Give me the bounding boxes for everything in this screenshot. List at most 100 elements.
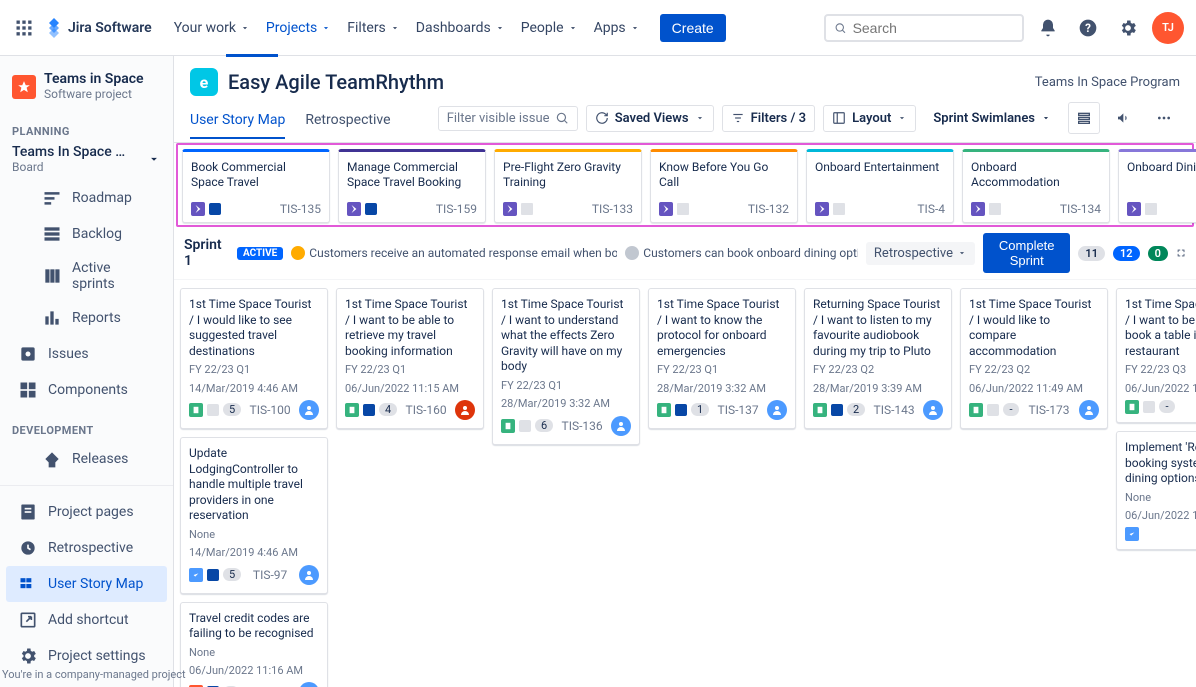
story-card[interactable]: 1st Time Space Tourist / I would like to… [180,288,328,429]
epic-card[interactable]: Book Commercial Space Travel TIS-135 [182,149,330,223]
story-fixversion: FY 22/23 Q2 [969,363,1099,377]
story-fixversion: FY 22/23 Q1 [657,363,787,377]
sidebar-item-releases[interactable]: Releases [6,441,167,477]
nav-filters[interactable]: Filters [339,16,408,40]
story-key: TIS-143 [874,403,915,417]
story-type-icon [969,403,983,417]
epic-card[interactable]: Pre-Flight Zero Gravity Training TIS-133 [494,149,642,223]
sidebar-item-components[interactable]: Components [6,372,167,408]
filters-button[interactable]: Filters / 3 [722,105,815,132]
task-type-icon [189,568,203,582]
story-color-square [519,420,531,432]
story-card[interactable]: Implement 'Resy' booking system for all … [1116,431,1196,550]
story-card[interactable]: Returning Space Tourist / I want to list… [804,288,952,429]
announce-icon[interactable] [1108,102,1140,134]
create-button[interactable]: Create [660,14,726,42]
story-card[interactable]: 1st Time Space Tourist / I want to know … [648,288,796,429]
epic-title: Know Before You Go Call [659,160,789,190]
more-icon[interactable] [1148,102,1180,134]
story-card[interactable]: 1st Time Space Tourist / I want to be ab… [1116,288,1196,423]
story-card[interactable]: Update LodgingController to handle multi… [180,437,328,594]
nav-projects[interactable]: Projects [258,16,339,40]
nav-people[interactable]: People [513,16,586,40]
nav-apps[interactable]: Apps [586,16,648,40]
app-switcher-icon[interactable] [12,16,36,40]
epic-card[interactable]: Onboard Dining TIS- [1118,149,1196,223]
nav-your-work[interactable]: Your work [166,16,258,40]
board-selector[interactable]: Teams In Space Prog... Board [0,142,173,180]
assignee-avatar [767,400,787,420]
layout-button[interactable]: Layout [823,105,916,132]
story-card[interactable]: 1st Time Space Tourist / I want to be ab… [336,288,484,429]
story-color-square [987,404,999,416]
settings-icon[interactable] [1112,12,1144,44]
retrospective-button[interactable]: Retrospective [866,242,975,265]
epic-key: TIS-133 [592,202,633,216]
svg-text:?: ? [1085,21,1091,35]
user-avatar[interactable]: TJ [1152,12,1184,44]
story-key: TIS-173 [1028,403,1069,417]
global-search[interactable] [824,14,1024,42]
expand-icon[interactable] [1176,246,1186,260]
sprint-header: Sprint 1 ACTIVE Customers receive an aut… [174,227,1196,280]
story-fixversion: FY 22/23 Q1 [345,363,475,377]
story-fixversion: None [189,646,319,660]
story-card[interactable]: Travel credit codes are failing to be re… [180,602,328,687]
story-estimate: - [1159,400,1175,413]
assignee-avatar [1079,400,1099,420]
chevron-down-icon [1041,113,1051,123]
task-type-icon [1125,527,1139,541]
swimlanes-button[interactable]: Sprint Swimlanes [924,105,1060,132]
story-fixversion: None [189,528,319,542]
story-title: 1st Time Space Tourist / I want to under… [501,297,631,375]
epic-type-icon [191,202,205,216]
epic-key: TIS-135 [280,202,321,216]
jira-logo[interactable]: Jira Software [44,18,152,38]
story-date: 06/Jun/2022 11:15 AM [345,382,475,396]
story-card[interactable]: 1st Time Space Tourist / I would like to… [960,288,1108,429]
sidebar-item-add-shortcut[interactable]: Add shortcut [6,602,167,638]
epic-type-icon [659,202,673,216]
epics-highlight: Book Commercial Space Travel TIS-135 Man… [176,143,1194,227]
story-title: 1st Time Space Tourist / I want to be ab… [1125,297,1196,359]
saved-views-button[interactable]: Saved Views [586,105,714,132]
sidebar-item-retrospective[interactable]: Retrospective [6,530,167,566]
sidebar-item-project-pages[interactable]: Project pages [6,494,167,530]
epic-title: Onboard Entertainment [815,160,945,175]
filter-icon [731,111,745,125]
board-scroll[interactable]: Book Commercial Space Travel TIS-135 Man… [174,143,1196,687]
sidebar-item-backlog[interactable]: Backlog [6,216,167,252]
notifications-icon[interactable] [1032,12,1064,44]
sidebar-item-roadmap[interactable]: Roadmap [6,180,167,216]
story-estimate: 2 [847,403,865,416]
project-header[interactable]: Teams in Space Software project [0,64,173,109]
epic-card[interactable]: Onboard Accommodation TIS-134 [962,149,1110,223]
nav-dashboards[interactable]: Dashboards [408,16,513,40]
section-planning: PLANNING [0,109,173,142]
filter-issues-input[interactable]: Filter visible issues [438,106,578,131]
epic-title: Pre-Flight Zero Gravity Training [503,160,633,190]
epic-card[interactable]: Onboard Entertainment TIS-4 [806,149,954,223]
epic-card[interactable]: Know Before You Go Call TIS-132 [650,149,798,223]
epic-type-icon [1127,202,1141,216]
story-key: TIS-97 [253,568,287,582]
story-date: 06/Jun/2022 11:16 AM [189,664,319,678]
story-fixversion: FY 22/23 Q3 [1125,363,1196,377]
sidebar-item-active-sprints[interactable]: Active sprints [6,252,167,300]
sidebar-item-user-story-map[interactable]: User Story Map [6,566,167,602]
jira-logo-text: Jira Software [68,20,152,36]
search-input[interactable] [853,20,1014,36]
jira-icon [44,18,64,38]
epic-card[interactable]: Manage Commercial Space Travel Booking T… [338,149,486,223]
help-icon[interactable]: ? [1072,12,1104,44]
epic-key: TIS-134 [1060,202,1101,216]
tab-retrospective[interactable]: Retrospective [305,106,390,138]
compact-view-icon[interactable] [1068,102,1100,134]
main: e Easy Agile TeamRhythm Teams In Space P… [174,56,1196,687]
program-label: Teams In Space Program [1035,75,1180,90]
sidebar-item-reports[interactable]: Reports [6,300,167,336]
story-card[interactable]: 1st Time Space Tourist / I want to under… [492,288,640,445]
sidebar-item-issues[interactable]: Issues [6,336,167,372]
tab-user-story-map[interactable]: User Story Map [190,106,285,138]
complete-sprint-button[interactable]: Complete Sprint [983,233,1070,273]
